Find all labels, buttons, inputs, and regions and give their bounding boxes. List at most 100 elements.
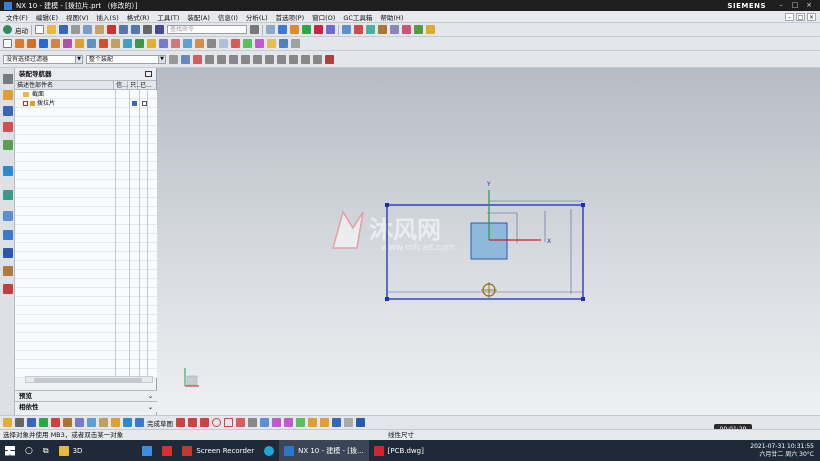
menu-window[interactable]: 窗口(O) [308, 12, 339, 22]
unite-icon[interactable] [63, 39, 72, 48]
snap-icon[interactable] [3, 418, 12, 427]
web-browser-icon[interactable] [3, 190, 13, 200]
rotate-icon[interactable] [302, 25, 311, 34]
snap-point-on-curve-icon[interactable] [265, 54, 274, 64]
deselect-icon[interactable] [193, 54, 202, 64]
snap-tangent-icon[interactable] [313, 54, 322, 64]
redo-icon[interactable] [131, 25, 140, 34]
menu-gc-toolbox[interactable]: GC工具箱 [339, 12, 376, 22]
snap-intersection-icon[interactable] [253, 54, 262, 64]
type-filter-select[interactable]: 没有选择过滤器 ▼ [3, 54, 83, 64]
filter-icon[interactable] [169, 54, 178, 64]
hd3d-tools-icon[interactable] [3, 166, 13, 176]
part-navigator-icon[interactable] [3, 122, 13, 132]
snap-existing-point-icon[interactable] [277, 54, 286, 64]
system-materials-icon[interactable] [3, 230, 13, 240]
settings-icon[interactable] [3, 74, 13, 84]
draft-icon[interactable] [171, 39, 180, 48]
close-icon[interactable]: × [802, 1, 816, 10]
thicken-icon[interactable] [267, 39, 276, 48]
update-icon[interactable] [51, 418, 60, 427]
command-finder-icon[interactable] [155, 25, 164, 34]
menu-help[interactable]: 帮助(H) [376, 12, 407, 22]
snap-midpoint-icon[interactable] [217, 54, 226, 64]
convert-reference-icon[interactable] [344, 418, 353, 427]
measure-icon[interactable] [378, 25, 387, 34]
graphics-window[interactable]: 沐风网 www.mfcad.com Y X [157, 68, 820, 415]
save-icon[interactable] [59, 25, 68, 34]
zoom-icon[interactable] [326, 25, 335, 34]
hole-icon[interactable] [39, 39, 48, 48]
pattern-icon[interactable] [135, 39, 144, 48]
snap-icon[interactable] [354, 25, 363, 34]
point-icon[interactable] [231, 39, 240, 48]
finish-sketch-button[interactable]: 完成草图 [147, 418, 173, 428]
snap-quadrant-icon[interactable] [241, 54, 250, 64]
search-button[interactable]: ○ [20, 440, 38, 461]
process-studio-icon[interactable] [3, 248, 13, 258]
checkbox-icon[interactable] [23, 101, 28, 106]
sketch-canvas[interactable]: 沐风网 www.mfcad.com Y X [157, 68, 820, 415]
wcs-icon[interactable] [366, 25, 375, 34]
column-header-name[interactable]: 描述性部件名 [15, 81, 115, 89]
pan-icon[interactable] [314, 25, 323, 34]
taskbar-item-3d[interactable]: 3D [54, 440, 88, 461]
section-view-icon[interactable] [87, 418, 96, 427]
select-all-icon[interactable] [181, 54, 190, 64]
view-icon[interactable] [15, 418, 24, 427]
render-icon[interactable] [414, 25, 423, 34]
auto-constraint-icon[interactable] [332, 418, 341, 427]
delay-eval-icon[interactable] [63, 418, 72, 427]
subtract-icon[interactable] [75, 39, 84, 48]
menu-info[interactable]: 信息(I) [214, 12, 242, 22]
surface-icon[interactable] [255, 39, 264, 48]
trim-icon[interactable] [272, 418, 281, 427]
section-icon[interactable] [390, 25, 399, 34]
snap-center-icon[interactable] [229, 54, 238, 64]
alternate-solution-icon[interactable] [356, 418, 365, 427]
mirror-icon[interactable] [147, 39, 156, 48]
taskbar-item-app[interactable] [157, 440, 177, 461]
menu-file[interactable]: 文件(F) [2, 12, 32, 22]
open-folder-icon[interactable] [47, 25, 56, 34]
arc-icon[interactable] [200, 418, 209, 427]
assembly-navigator-icon[interactable] [3, 90, 13, 100]
tree-row[interactable]: 截面 [15, 90, 157, 99]
start-button[interactable]: 启动 [15, 25, 28, 35]
revolve-icon[interactable] [27, 39, 36, 48]
rapid-dimension-icon[interactable] [308, 418, 317, 427]
datum-csys-icon[interactable] [219, 39, 228, 48]
intersect-icon[interactable] [87, 39, 96, 48]
dependencies-section[interactable]: 相依性 ⌄ [15, 401, 157, 412]
tree-row[interactable]: 拨拉片 [15, 99, 157, 108]
cube-shaded-icon[interactable] [278, 25, 287, 34]
reattach-icon[interactable] [39, 418, 48, 427]
menu-tools[interactable]: 工具(T) [153, 12, 183, 22]
offset-curve-icon[interactable] [260, 418, 269, 427]
chamfer-icon[interactable] [111, 39, 120, 48]
relations-icon[interactable] [123, 418, 132, 427]
maximize-icon[interactable]: □ [788, 1, 802, 10]
undo-icon[interactable] [119, 25, 128, 34]
datum-plane-icon[interactable] [195, 39, 204, 48]
maximize-panel-icon[interactable] [145, 71, 152, 77]
snap-arc-center-icon[interactable] [301, 54, 310, 64]
circle-icon[interactable] [212, 418, 221, 427]
paste-icon[interactable] [95, 25, 104, 34]
finish-sketch-icon[interactable] [135, 418, 144, 427]
extend-icon[interactable] [284, 418, 293, 427]
system-scenes-icon[interactable] [3, 284, 13, 294]
scrollbar-thumb[interactable] [34, 378, 142, 382]
taskbar-item-autocad[interactable]: [PCB.dwg] [369, 440, 429, 461]
profile-icon[interactable] [176, 418, 185, 427]
search-input[interactable]: 查找命令 [167, 25, 247, 34]
snap-control-point-icon[interactable] [289, 54, 298, 64]
task-view-button[interactable]: ⧉ [38, 440, 54, 461]
column-header-info[interactable]: 信... [114, 81, 129, 89]
rectangle-icon[interactable] [224, 418, 233, 427]
taskbar-item-screen-recorder[interactable]: Screen Recorder [177, 440, 259, 461]
menu-analysis[interactable]: 分析(L) [242, 12, 272, 22]
geometric-constraint-icon[interactable] [320, 418, 329, 427]
snap-endpoint-icon[interactable] [205, 54, 214, 64]
datum-axis-icon[interactable] [207, 39, 216, 48]
